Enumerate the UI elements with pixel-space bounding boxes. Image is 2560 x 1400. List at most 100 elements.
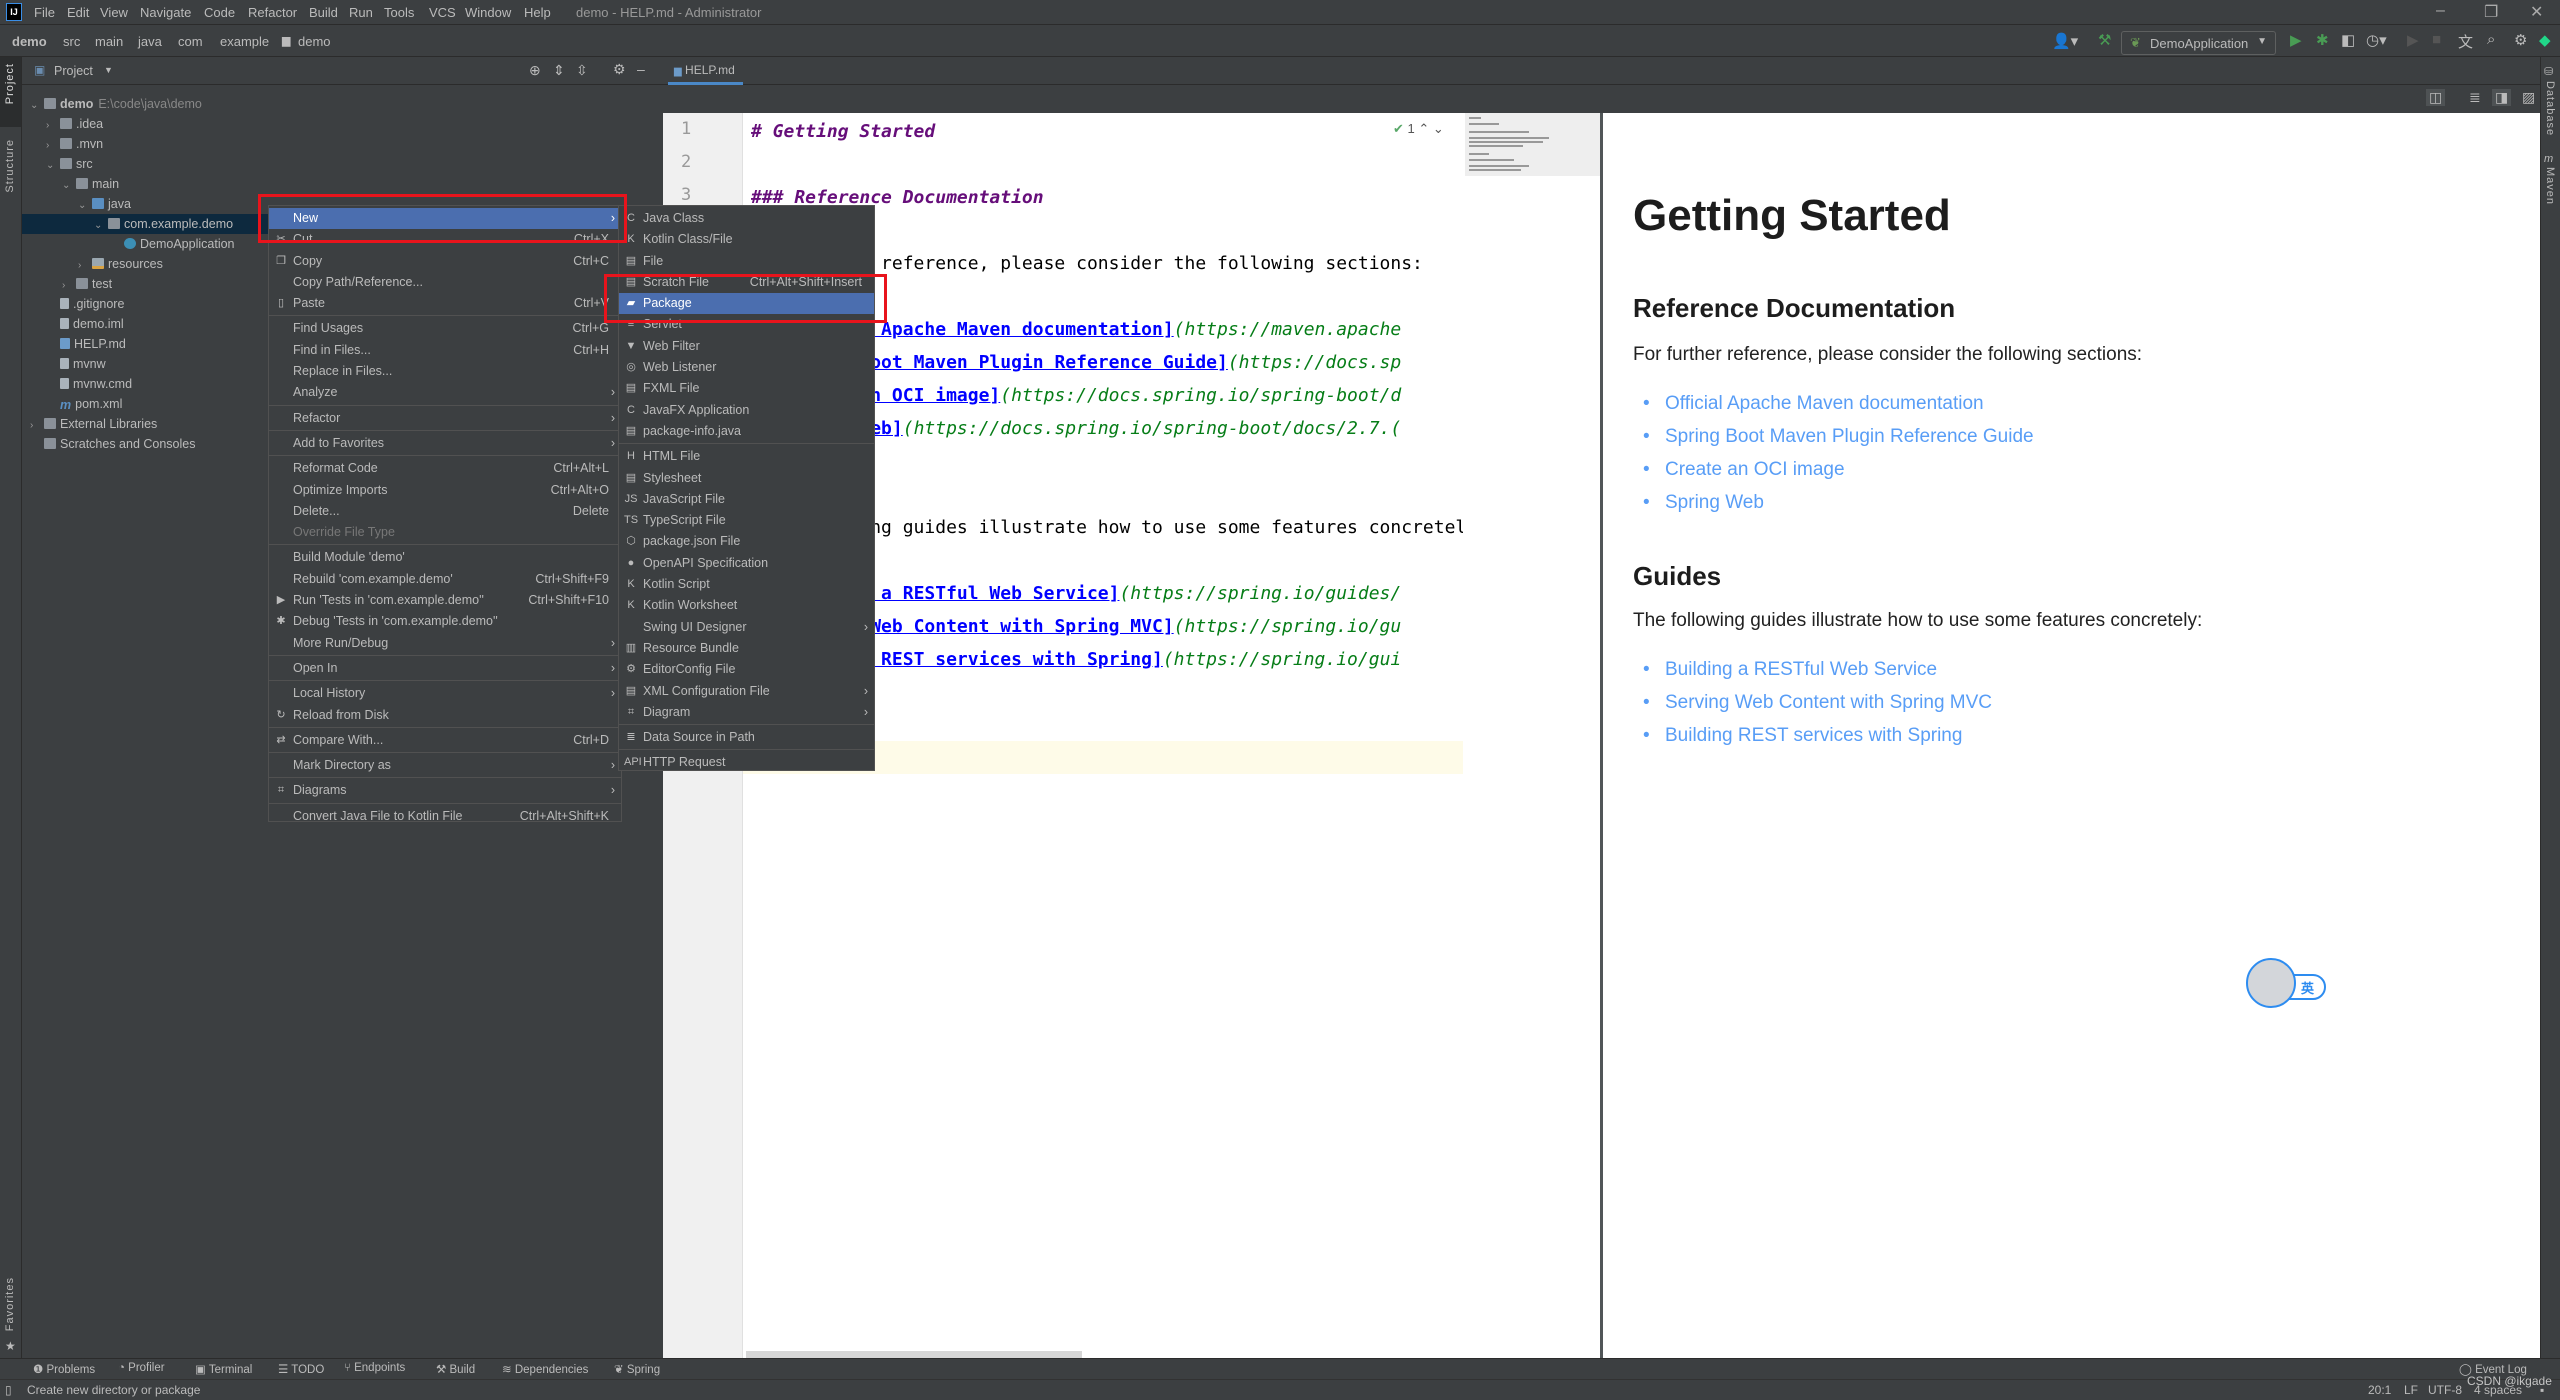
menu-item-editorconfig-file[interactable]: ⚙ EditorConfig File <box>619 659 874 680</box>
menu-window[interactable]: Window <box>465 5 511 20</box>
menu-item-diagram[interactable]: ⌗ Diagram › <box>619 702 874 723</box>
problems-tool-button[interactable]: ❶ Problems <box>33 1362 95 1376</box>
translate-icon[interactable]: 文 <box>2458 31 2473 52</box>
hide-icon[interactable]: – <box>637 61 645 77</box>
menu-help[interactable]: Help <box>524 5 551 20</box>
menu-code[interactable]: Code <box>204 5 235 20</box>
menu-item-optimize-imports[interactable]: Optimize Imports Ctrl+Alt+O <box>269 480 621 501</box>
chevron-right-icon[interactable]: › <box>46 136 60 156</box>
menu-item-replace-in-files[interactable]: Replace in Files... <box>269 361 621 382</box>
breadcrumb-demo[interactable]: demo <box>12 34 47 49</box>
maven-tool-button[interactable]: Maven <box>2544 167 2556 205</box>
chevron-down-icon[interactable]: ⌄ <box>94 216 108 236</box>
profiler-tool-button[interactable]: ◔ Profiler <box>118 1362 165 1374</box>
tree-item[interactable]: ⌄ src <box>22 154 660 174</box>
line-separator[interactable]: LF <box>2404 1383 2418 1397</box>
chevron-right-icon[interactable]: › <box>46 116 60 136</box>
chevron-right-icon[interactable]: › <box>78 256 92 276</box>
build-hammer-icon[interactable]: ⚒ <box>2098 31 2111 49</box>
chevron-down-icon[interactable]: ⌄ <box>30 96 44 116</box>
menu-item-fxml-file[interactable]: ▤ FXML File <box>619 378 874 399</box>
gear-icon[interactable]: ⚙ <box>613 61 626 78</box>
breadcrumb-demo-package[interactable]: demo <box>298 34 331 49</box>
menu-item-compare-with[interactable]: ⇄ Compare With... Ctrl+D <box>269 730 621 751</box>
menu-file[interactable]: File <box>34 5 55 20</box>
menu-item-package-info-java[interactable]: ▤ package-info.java <box>619 421 874 442</box>
menu-item-more-run-debug[interactable]: More Run/Debug › <box>269 633 621 654</box>
code-line[interactable] <box>751 148 1463 181</box>
build-tool-button[interactable]: ⚒ Build <box>436 1362 475 1376</box>
menu-item-debug-tests-in-com-example-demo[interactable]: ✱ Debug 'Tests in 'com.example.demo'' <box>269 611 621 632</box>
menu-item-build-module-demo[interactable]: Build Module 'demo' <box>269 547 621 568</box>
menu-item-copy-path-reference[interactable]: Copy Path/Reference... <box>269 272 621 293</box>
user-icon[interactable]: 👤▾ <box>2052 32 2078 50</box>
tree-item[interactable]: › .idea <box>22 114 660 134</box>
profile-icon[interactable]: ◷▾ <box>2366 31 2387 49</box>
menu-item-find-in-files[interactable]: Find in Files... Ctrl+H <box>269 340 621 361</box>
menu-navigate[interactable]: Navigate <box>140 5 191 20</box>
editor-and-preview-icon[interactable]: ◨ <box>2492 89 2512 106</box>
menu-item-kotlin-class-file[interactable]: K Kotlin Class/File <box>619 229 874 250</box>
preview-link[interactable]: Create an OCI image <box>1643 459 2034 492</box>
database-tool-button[interactable]: Database <box>2544 81 2556 136</box>
menu-item-javafx-application[interactable]: C JavaFX Application <box>619 400 874 421</box>
menu-item-rebuild-com-example-demo[interactable]: Rebuild 'com.example.demo' Ctrl+Shift+F9 <box>269 569 621 590</box>
close-icon[interactable]: ✕ <box>2530 2 2543 22</box>
menu-item-open-in[interactable]: Open In › <box>269 658 621 679</box>
menu-item-find-usages[interactable]: Find Usages Ctrl+G <box>269 318 621 339</box>
caret-position[interactable]: 20:1 <box>2368 1383 2391 1397</box>
expand-all-icon[interactable]: ⇕ <box>553 62 565 79</box>
menu-item-package-json-file[interactable]: ⬡ package.json File <box>619 531 874 552</box>
inspection-widget[interactable]: ✔ 1 ⌃ ⌄ <box>1393 121 1444 137</box>
chevron-right-icon[interactable]: › <box>30 416 44 436</box>
preview-link[interactable]: Official Apache Maven documentation <box>1643 393 2034 426</box>
menu-item-convert-java-file-to-kotlin-file[interactable]: Convert Java File to Kotlin File Ctrl+Alt… <box>269 806 621 827</box>
menu-item-kotlin-script[interactable]: K Kotlin Script <box>619 574 874 595</box>
tree-item[interactable]: ⌄ demo E:\code\java\demo <box>22 94 660 114</box>
run-icon[interactable]: ▶ <box>2290 31 2302 49</box>
breadcrumb-java[interactable]: java <box>138 34 162 49</box>
todo-tool-button[interactable]: ☰ TODO <box>278 1362 324 1376</box>
editor-only-icon[interactable]: ≣ <box>2469 89 2481 106</box>
menu-item-analyze[interactable]: Analyze › <box>269 382 621 403</box>
breadcrumb-com[interactable]: com <box>178 34 203 49</box>
locate-icon[interactable]: ⊕ <box>529 62 541 79</box>
menu-item-reload-from-disk[interactable]: ↻ Reload from Disk <box>269 705 621 726</box>
menu-build[interactable]: Build <box>309 5 338 20</box>
project-tool-button[interactable]: Project <box>0 57 21 127</box>
menu-view[interactable]: View <box>100 5 128 20</box>
chevron-right-icon[interactable]: › <box>62 276 76 296</box>
menu-edit[interactable]: Edit <box>67 5 89 20</box>
menu-item-refactor[interactable]: Refactor › <box>269 408 621 429</box>
minimap[interactable] <box>1465 113 1600 176</box>
restore-icon[interactable]: ❐ <box>2484 2 2498 22</box>
preview-link[interactable]: Spring Boot Maven Plugin Reference Guide <box>1643 426 2034 459</box>
chevron-down-icon[interactable]: ▼ <box>104 65 113 75</box>
breadcrumb-src[interactable]: src <box>63 34 80 49</box>
menu-item-stylesheet[interactable]: ▤ Stylesheet <box>619 468 874 489</box>
menu-item-swing-ui-designer[interactable]: Swing UI Designer › <box>619 617 874 638</box>
menu-item-copy[interactable]: ❐ Copy Ctrl+C <box>269 251 621 272</box>
menu-item-data-source-in-path[interactable]: ≣ Data Source in Path <box>619 727 874 748</box>
favorites-tool-button[interactable]: Favorites <box>4 1277 16 1331</box>
menu-item-java-class[interactable]: C Java Class <box>619 208 874 229</box>
menu-item-diagrams[interactable]: ⌗ Diagrams › <box>269 780 621 801</box>
file-encoding[interactable]: UTF-8 <box>2428 1383 2462 1397</box>
horizontal-scrollbar[interactable] <box>746 1351 1082 1358</box>
menu-item-file[interactable]: ▤ File <box>619 251 874 272</box>
preview-only-icon[interactable]: ▨ <box>2522 89 2535 106</box>
menu-item-web-filter[interactable]: ▼ Web Filter <box>619 336 874 357</box>
menu-item-http-request[interactable]: API HTTP Request <box>619 752 874 773</box>
project-view-select[interactable]: Project <box>54 64 93 78</box>
breadcrumb-main[interactable]: main <box>95 34 123 49</box>
coverage-icon[interactable]: ◧ <box>2341 31 2355 49</box>
structure-tool-button[interactable]: Structure <box>4 139 16 193</box>
search-icon[interactable]: ⌕ <box>2487 31 2495 48</box>
next-highlight-icon[interactable]: ⌄ <box>1433 121 1444 136</box>
menu-item-typescript-file[interactable]: TS TypeScript File <box>619 510 874 531</box>
tree-item[interactable]: › .mvn <box>22 134 660 154</box>
menu-item-add-to-favorites[interactable]: Add to Favorites › <box>269 433 621 454</box>
preview-link[interactable]: Serving Web Content with Spring MVC <box>1643 692 1992 725</box>
menu-item-javascript-file[interactable]: JS JavaScript File <box>619 489 874 510</box>
menu-run[interactable]: Run <box>349 5 373 20</box>
